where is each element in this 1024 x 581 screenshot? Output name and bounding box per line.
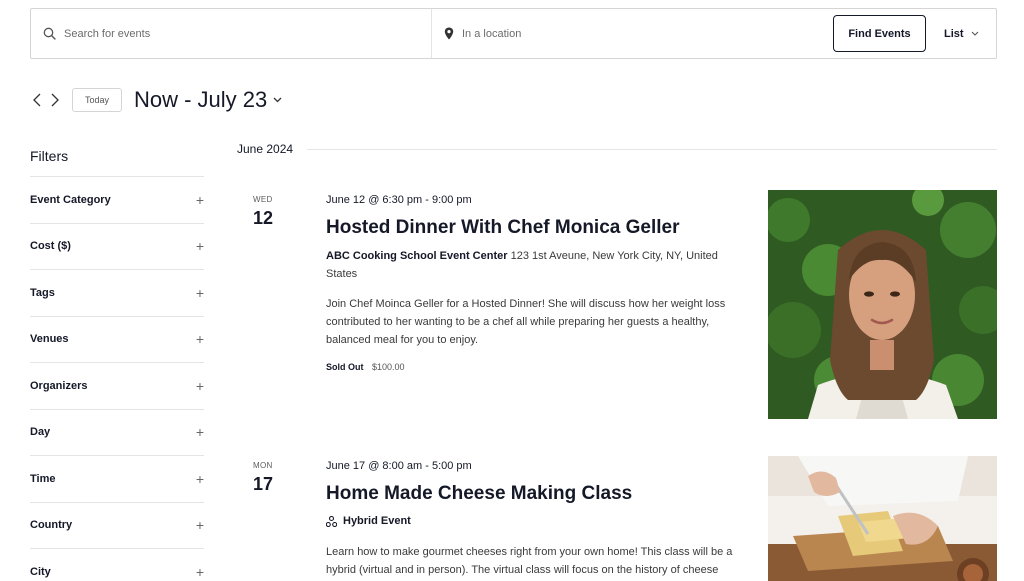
plus-icon: + [195,563,204,580]
hybrid-event-label: Hybrid Event [343,515,411,527]
event-featured-image[interactable] [768,456,997,581]
filter-label: Time [30,472,56,485]
month-divider [307,148,997,150]
filter-list: Event Category + Cost ($) + Tags + Venue… [30,176,204,581]
event-day-number: 17 [253,474,274,494]
venue-name: ABC Cooking School Event Center [326,250,508,262]
filter-day[interactable]: Day + [30,408,204,456]
filter-event-category[interactable]: Event Category + [30,176,204,223]
filter-label: Venues [30,333,69,346]
event-weekday: MON [253,461,273,470]
filter-label: Organizers [30,379,88,392]
filter-label: Country [30,519,73,532]
event-venue: ABC Cooking School Event Center 123 1st … [326,247,726,283]
event-day-number: 12 [253,208,274,228]
date-navigation: Today Now - July 23 [30,86,282,114]
location-search-input[interactable] [462,27,762,40]
plus-icon: + [195,238,204,255]
today-button[interactable]: Today [72,88,122,112]
chevron-right-icon [51,93,59,107]
month-label: June 2024 [237,142,294,156]
chevron-down-icon [273,97,282,103]
plus-icon: + [195,424,204,441]
event-featured-image[interactable] [768,190,997,419]
next-period-button[interactable] [48,88,62,112]
date-range-picker[interactable]: Now - July 23 [134,87,282,113]
plus-icon: + [195,331,204,348]
events-search-bar: Find Events List [30,8,997,59]
chevron-left-icon [33,93,41,107]
filter-time[interactable]: Time + [30,455,204,502]
filter-cost[interactable]: Cost ($) + [30,222,204,270]
keyword-search-group[interactable] [31,9,432,58]
cheese-cutting-photo [768,456,997,581]
hybrid-event-icon [326,515,337,527]
plus-icon: + [195,377,204,394]
keyword-search-input[interactable] [64,27,364,40]
event-datetime: June 12 @ 6:30 pm - 9:00 pm [326,194,472,206]
event-title-link[interactable]: Hosted Dinner With Chef Monica Geller [326,217,679,239]
plus-icon: + [195,470,204,487]
location-pin-icon [444,27,454,40]
filter-label: Tags [30,286,55,299]
filter-label: Event Category [30,193,111,206]
plus-icon: + [195,284,204,301]
event-item: WED 12 June 12 @ 6:30 pm - 9:00 pm Hoste… [237,190,997,420]
filter-country[interactable]: Country + [30,501,204,549]
plus-icon: + [195,517,204,534]
filter-label: Day [30,426,51,439]
event-description: Learn how to make gourmet cheeses right … [326,546,733,576]
filter-venues[interactable]: Venues + [30,315,204,363]
chevron-down-icon [971,31,978,36]
previous-period-button[interactable] [30,88,44,112]
event-price: $100.00 [372,362,405,372]
woman-portrait-photo [768,190,997,419]
month-separator: June 2024 [237,142,997,156]
filter-tags[interactable]: Tags + [30,269,204,316]
filters-heading: Filters [30,148,69,164]
event-item: MON 17 June 17 @ 8:00 am - 5:00 pm Home … [237,456,997,581]
find-events-button[interactable]: Find Events [833,15,926,52]
plus-icon: + [195,191,204,208]
event-datetime: June 17 @ 8:00 am - 5:00 pm [326,460,472,472]
event-weekday: WED [253,195,273,204]
view-selector-label: List [944,27,964,40]
filter-city[interactable]: City + [30,548,204,581]
event-description: Join Chef Moinca Geller for a Hosted Din… [326,298,726,346]
filter-organizers[interactable]: Organizers + [30,362,204,409]
filter-label: Cost ($) [30,240,71,253]
filter-label: City [30,565,51,578]
event-title-link[interactable]: Home Made Cheese Making Class [326,483,632,505]
search-icon [43,27,56,40]
hybrid-event-badge: Hybrid Event [326,515,411,527]
event-cost: Sold Out $100.00 [326,362,405,372]
view-selector[interactable]: List [944,15,979,52]
sold-out-label: Sold Out [326,362,364,372]
date-range-label: Now - July 23 [134,87,268,112]
